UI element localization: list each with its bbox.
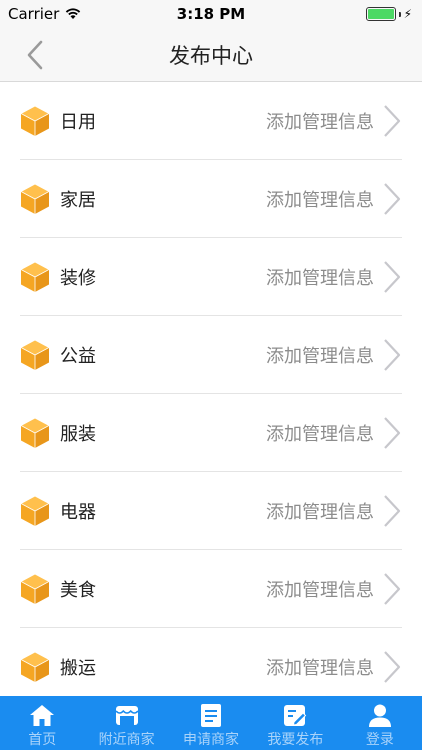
chevron-right-icon [384,417,401,449]
cube-icon [20,651,50,682]
list-item-label: 装修 [60,267,96,289]
cube-icon [20,495,50,526]
tab-label: 申请商家 [183,732,240,748]
battery-fill [367,9,394,19]
list-item[interactable]: 日用 添加管理信息 [20,82,402,160]
cube-icon [20,573,50,604]
cube-icon [20,339,50,370]
list-item[interactable]: 电器 添加管理信息 [20,472,402,550]
user-icon [368,704,391,727]
charging-bolt-icon: ⚡ [403,7,412,21]
home-icon [30,705,55,726]
back-button[interactable] [22,38,52,72]
battery-body [365,7,396,21]
list-item-action: 添加管理信息 [266,423,374,445]
edit-icon [284,705,307,726]
list-item-action: 添加管理信息 [266,345,374,367]
list-item-action: 添加管理信息 [266,111,374,133]
status-bar: Carrier 3:18 PM ⚡ [0,0,422,28]
chevron-left-icon [27,40,43,70]
document-icon [201,704,222,727]
list-item[interactable]: 服装 添加管理信息 [20,394,402,472]
tab-bar: 首页 附近商家 申请商家 我要发布 登录 [0,696,422,750]
tab-label: 我要发布 [267,732,324,748]
chevron-right-icon [384,339,401,371]
list-item-action: 添加管理信息 [266,189,374,211]
list-item-label: 搬运 [60,657,96,679]
list-item[interactable]: 装修 添加管理信息 [20,238,402,316]
tab-home[interactable]: 首页 [0,696,84,750]
list-item-label: 公益 [60,345,96,367]
battery-tip [398,11,401,17]
list-item-action: 添加管理信息 [266,501,374,523]
list-item-label: 美食 [60,579,96,601]
store-icon [115,706,139,725]
tab-document[interactable]: 申请商家 [169,696,253,750]
list-item-label: 家居 [60,189,96,211]
list-item-label: 服装 [60,423,96,445]
list-item-label: 电器 [60,501,96,523]
list-item[interactable]: 家居 添加管理信息 [20,160,402,238]
tab-store[interactable]: 附近商家 [84,696,168,750]
tab-label: 登录 [365,732,394,748]
list-item[interactable]: 公益 添加管理信息 [20,316,402,394]
chevron-right-icon [384,573,401,605]
cube-icon [20,261,50,292]
list-item-action: 添加管理信息 [266,657,374,679]
nav-bar: 发布中心 [0,28,422,82]
tab-label: 附近商家 [98,732,155,748]
chevron-right-icon [384,183,401,215]
cube-icon [20,105,50,136]
chevron-right-icon [384,495,401,527]
wifi-icon [66,8,81,19]
cube-icon [20,417,50,448]
list-item-label: 日用 [60,111,96,133]
tab-user[interactable]: 登录 [338,696,422,750]
chevron-right-icon [384,651,401,683]
list-item-action: 添加管理信息 [266,267,374,289]
list-item-action: 添加管理信息 [266,579,374,601]
screen: Carrier 3:18 PM ⚡ 发布中心 日用 添加管理信息 家居 添加管理… [0,0,422,750]
cube-icon [20,183,50,214]
status-left: Carrier [8,5,81,23]
carrier-label: Carrier [8,5,60,23]
list-item[interactable]: 美食 添加管理信息 [20,550,402,628]
tab-label: 首页 [28,732,57,748]
list-item[interactable]: 搬运 添加管理信息 [20,628,402,706]
page-title: 发布中心 [169,43,253,68]
battery-icon: ⚡ [365,7,412,21]
category-list: 日用添加管理信息 家居添加管理信息 装修添加管理信息 公益添加管理信息 [0,82,422,706]
chevron-right-icon [384,261,401,293]
tab-edit[interactable]: 我要发布 [253,696,337,750]
chevron-right-icon [384,105,401,137]
